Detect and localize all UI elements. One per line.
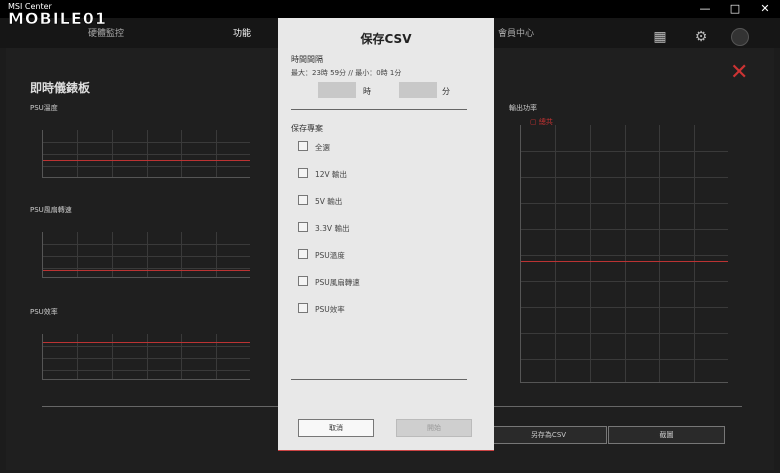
close-window-button[interactable]: ✕ bbox=[750, 0, 780, 18]
start-button[interactable]: 開始 bbox=[396, 419, 472, 437]
page-title: 即時儀錶板 bbox=[30, 81, 91, 95]
minute-input[interactable] bbox=[399, 82, 437, 98]
save-csv-dialog: 保存CSV 時間間隔 最大：23時 59分 // 最小：0時 1分 時 分 保存… bbox=[278, 18, 494, 451]
hour-input[interactable] bbox=[318, 82, 356, 98]
minute-unit-label: 分 bbox=[442, 87, 450, 96]
checkbox-label: 3.3V 輸出 bbox=[315, 224, 350, 233]
checkbox-label: 12V 輸出 bbox=[315, 170, 348, 179]
maximize-button[interactable]: □ bbox=[720, 0, 750, 18]
grid-icon[interactable]: ▦ bbox=[651, 28, 669, 46]
tab-member-center[interactable]: 會員中心 bbox=[498, 26, 534, 39]
save-csv-button[interactable]: 另存為CSV bbox=[490, 426, 607, 444]
gear-icon[interactable]: ⚙ bbox=[692, 28, 710, 46]
chart-label-psu-temp: PSU溫度 bbox=[30, 104, 58, 112]
checkbox-label: 5V 輸出 bbox=[315, 197, 343, 206]
chart-psu-fan bbox=[42, 232, 250, 278]
cancel-button[interactable]: 取消 bbox=[298, 419, 374, 437]
checkbox-label: 全選 bbox=[315, 143, 330, 152]
checkbox[interactable] bbox=[298, 141, 308, 151]
checkbox-label: PSU風扇轉速 bbox=[315, 278, 360, 287]
checkbox[interactable] bbox=[298, 276, 308, 286]
checkbox[interactable] bbox=[298, 195, 308, 205]
close-icon[interactable]: ✕ bbox=[730, 62, 752, 84]
save-items-label: 保存專案 bbox=[291, 124, 323, 133]
avatar[interactable] bbox=[731, 28, 749, 46]
chart-psu-temp bbox=[42, 130, 250, 178]
separator bbox=[291, 109, 467, 110]
hour-unit-label: 時 bbox=[363, 87, 371, 96]
checkbox[interactable] bbox=[298, 249, 308, 259]
title-bar: MSI Center — □ ✕ bbox=[0, 0, 780, 18]
tab-features[interactable]: 功能 bbox=[233, 26, 251, 39]
chart-label-output-power: 輸出功率 bbox=[509, 104, 537, 112]
screenshot-button[interactable]: 截圖 bbox=[608, 426, 725, 444]
checkbox-label: PSU效率 bbox=[315, 305, 345, 314]
checkbox[interactable] bbox=[298, 222, 308, 232]
checkbox[interactable] bbox=[298, 303, 308, 313]
time-interval-label: 時間間隔 bbox=[291, 55, 323, 64]
chart-psu-eff bbox=[42, 334, 250, 380]
minimize-button[interactable]: — bbox=[690, 0, 720, 18]
separator bbox=[291, 379, 467, 380]
checkbox-label: PSU溫度 bbox=[315, 251, 345, 260]
chart-label-psu-fan: PSU風扇轉速 bbox=[30, 206, 72, 214]
chart-output-power bbox=[520, 125, 728, 383]
time-range-text: 最大：23時 59分 // 最小：0時 1分 bbox=[291, 69, 402, 77]
dialog-title: 保存CSV bbox=[360, 32, 412, 46]
checkbox[interactable] bbox=[298, 168, 308, 178]
chart-label-psu-eff: PSU效率 bbox=[30, 308, 58, 316]
watermark-logo: MOBILE01 bbox=[8, 9, 108, 29]
